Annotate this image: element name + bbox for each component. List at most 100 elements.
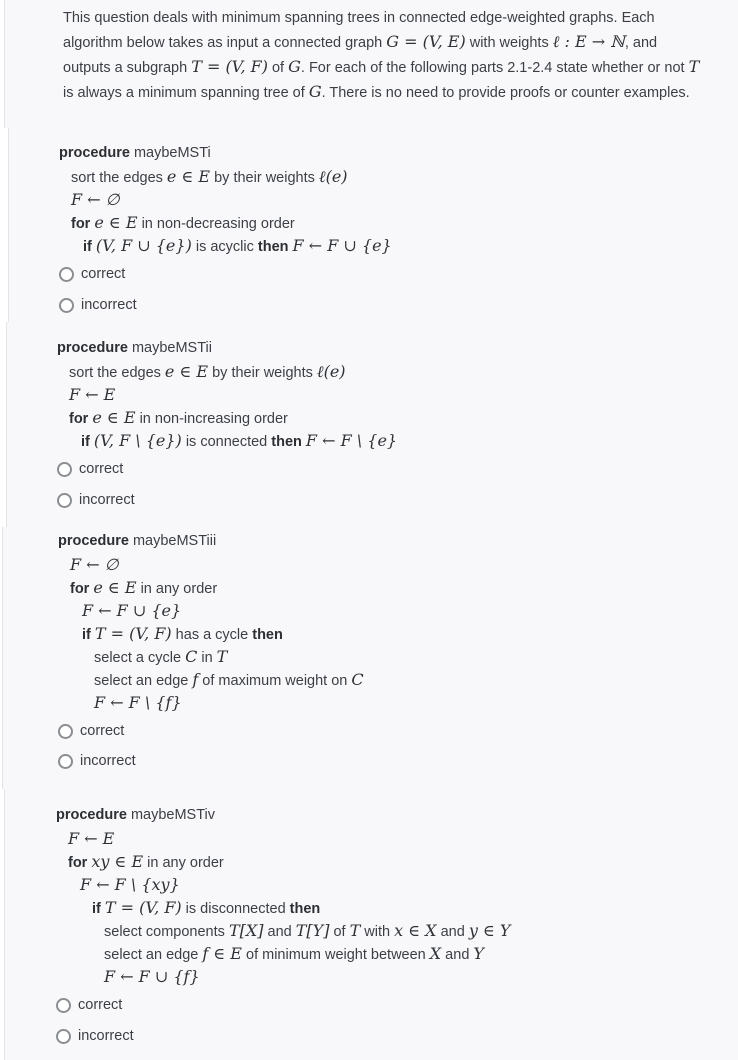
pseudocode-line: select an edge f ∈ E of minimum weight b…	[104, 942, 484, 965]
procedure-name: maybeMSTiv	[130, 807, 216, 823]
text-span: of	[329, 924, 350, 940]
math-expression: y ∈ Y	[468, 921, 511, 940]
text-span: select components	[104, 924, 229, 940]
math-expression: T	[349, 921, 361, 940]
math-expression: F ← F \ {xy}	[80, 875, 180, 894]
pseudocode-line: F ← F \ {xy}	[80, 873, 180, 896]
answer-option-incorrect[interactable]: incorrect	[59, 294, 137, 316]
radio-button[interactable]	[58, 723, 73, 739]
math-expression: e ∈ E	[166, 167, 211, 186]
answer-option-incorrect[interactable]: incorrect	[58, 750, 136, 772]
question-panel-i: procedure maybeMSTi sort the edges e ∈ E …	[8, 128, 738, 322]
question-panel-iii: procedure maybeMSTiii F ← ∅ for e ∈ E in a…	[2, 527, 738, 789]
radio-label: incorrect	[78, 1028, 134, 1044]
pseudocode-line: for e ∈ E in any order	[70, 576, 217, 599]
pseudocode-line: select an edge f of maximum weight on C	[94, 668, 364, 691]
text-span: sort the edges	[69, 365, 165, 381]
text-span: of maximum weight on	[198, 673, 352, 689]
text-span: in non-increasing order	[135, 411, 288, 427]
pseudocode-line: sort the edges e ∈ E by their weights ℓ(…	[71, 165, 348, 188]
procedure-name: maybeMSTii	[131, 340, 212, 356]
math-expression: T[Y]	[295, 921, 330, 940]
text-span: is acyclic	[191, 239, 258, 255]
pseudocode-line: for e ∈ E in non-increasing order	[69, 406, 288, 429]
math-expression: F ← F \ {f}	[94, 693, 182, 712]
math-expression: e ∈ E	[92, 408, 136, 427]
procedure-keyword: procedure	[56, 807, 127, 823]
keyword: for	[70, 581, 90, 597]
text-span: . For each of the following parts 2.1-2.…	[300, 60, 689, 76]
pseudocode-line: F ← F ∪ {f}	[104, 965, 200, 988]
answer-option-correct[interactable]: correct	[58, 720, 124, 742]
answer-option-incorrect[interactable]: incorrect	[57, 489, 135, 511]
text-span: . There is no need to provide proofs or …	[321, 85, 690, 101]
pseudocode-line: for xy ∈ E in any order	[68, 850, 224, 873]
radio-button[interactable]	[57, 461, 72, 477]
keyword: then	[289, 901, 321, 917]
answer-option-correct[interactable]: correct	[56, 994, 122, 1016]
answer-option-correct[interactable]: correct	[59, 263, 125, 285]
answer-option-incorrect[interactable]: incorrect	[56, 1025, 134, 1047]
text-span: is always a minimum spanning tree of	[63, 85, 309, 101]
math-expression: T = (V, F)	[94, 624, 172, 643]
radio-button[interactable]	[59, 266, 74, 282]
text-span: in any order	[136, 581, 218, 597]
question-panel-ii: procedure maybeMSTii sort the edges e ∈ E…	[6, 322, 738, 527]
radio-button[interactable]	[58, 753, 73, 769]
keyword: then	[252, 627, 283, 643]
pseudocode-line: select components T[X] and T[Y] of T wit…	[104, 919, 510, 942]
math-expression: e ∈ E	[164, 362, 209, 381]
math-expression: T	[688, 57, 700, 76]
pseudocode-line: if (V, F ∪ {e}) is acyclic then F ← F ∪ …	[83, 234, 392, 257]
pseudocode-line: sort the edges e ∈ E by their weights ℓ(…	[69, 360, 346, 383]
radio-label: correct	[81, 266, 126, 282]
text-span: select an edge	[94, 673, 193, 689]
keyword: for	[68, 855, 88, 871]
math-expression: F ← F ∪ {e}	[292, 236, 392, 255]
keyword: for	[71, 216, 91, 232]
math-expression: C	[185, 647, 198, 666]
radio-button[interactable]	[59, 297, 74, 313]
math-expression: e ∈ E	[94, 213, 138, 232]
math-expression: x ∈ X	[394, 921, 437, 940]
math-expression: F ← ∅	[70, 555, 119, 574]
text-span: in	[197, 650, 217, 666]
keyword: if	[92, 901, 101, 917]
pseudocode-line: select a cycle C in T	[94, 645, 227, 668]
math-expression: T[X]	[228, 921, 264, 940]
answer-option-correct[interactable]: correct	[57, 458, 123, 480]
procedure-header: procedure maybeMSTiii	[58, 530, 216, 553]
math-expression: F ← F \ {e}	[305, 431, 398, 450]
math-expression: T = (V, F)	[191, 57, 268, 76]
math-expression: (V, F \ {e})	[93, 431, 182, 450]
text-span: of minimum weight between	[241, 947, 430, 963]
radio-button[interactable]	[57, 492, 72, 508]
text-span: is disconnected	[181, 901, 290, 917]
pseudocode-line: F ← E	[69, 383, 115, 406]
math-expression: T = (V, F)	[104, 898, 182, 917]
radio-button[interactable]	[56, 1028, 71, 1044]
pseudocode-line: if T = (V, F) is disconnected then	[92, 896, 320, 919]
math-expression: G = (V, E)	[386, 32, 466, 51]
text-span: has a cycle	[171, 627, 253, 643]
question-panel-iv: procedure maybeMSTiv F ← E for xy ∈ E in a…	[4, 789, 738, 1060]
math-expression: Y	[473, 944, 484, 963]
math-expression: F ← E	[68, 829, 115, 848]
math-expression: X	[429, 944, 442, 963]
pseudocode-line: if (V, F \ {e}) is connected then F ← F …	[81, 429, 397, 452]
text-span: is connected	[181, 434, 272, 450]
procedure-header: procedure maybeMSTi	[59, 142, 211, 165]
pseudocode-line: for e ∈ E in non-decreasing order	[71, 211, 295, 234]
radio-label: correct	[80, 723, 125, 739]
math-expression: xy ∈ E	[91, 852, 144, 871]
pseudocode-line: if T = (V, F) has a cycle then	[82, 622, 283, 645]
text-span: select a cycle	[94, 650, 186, 666]
text-span: and	[441, 947, 474, 963]
procedure-keyword: procedure	[57, 340, 128, 356]
text-span: with	[360, 924, 395, 940]
pseudocode-line: F ← F ∪ {e}	[82, 599, 181, 622]
keyword: if	[83, 239, 92, 255]
radio-label: correct	[79, 461, 124, 477]
radio-button[interactable]	[56, 997, 71, 1013]
question-intro: This question deals with minimum spannin…	[63, 7, 703, 105]
